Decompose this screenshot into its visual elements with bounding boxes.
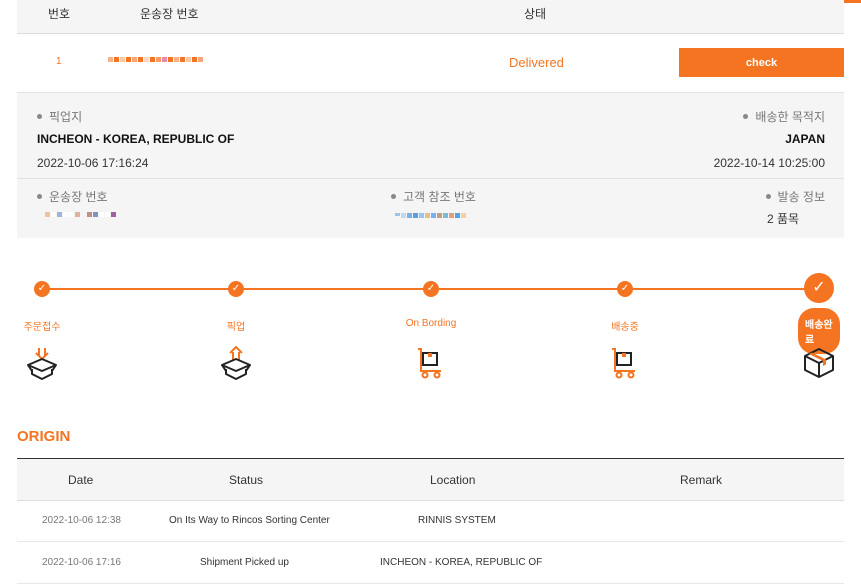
shipping-info-label: 발송 정보 xyxy=(766,188,826,205)
history-row: 2022-10-06 12:38 On Its Way to Rincos So… xyxy=(17,500,844,542)
step-label-order-received: 주문접수 xyxy=(23,322,61,333)
shipment-status: Delivered xyxy=(509,55,564,70)
history-date: 2022-10-06 17:16 xyxy=(42,557,121,568)
step-label-in-transit: 배송중 xyxy=(611,322,639,333)
col-location: Location xyxy=(430,473,476,487)
history-location: RINNIS SYSTEM xyxy=(418,515,496,526)
shipment-details-panel: 픽업지 INCHEON - KOREA, REPUBLIC OF 2022-10… xyxy=(17,93,844,238)
shipment-row: 1 Delivered check xyxy=(17,34,844,93)
destination-label: 배송한 목적지 xyxy=(743,108,825,125)
shipping-info-value: 2 품목 xyxy=(767,212,800,226)
cart-box-icon xyxy=(418,348,441,379)
history-location: INCHEON - KOREA, REPUBLIC OF xyxy=(380,557,543,568)
col-remark: Remark xyxy=(680,473,723,487)
pickup-datetime: 2022-10-06 17:16:24 xyxy=(37,156,149,170)
step-1-check-icon: ✓ xyxy=(34,281,50,297)
col-status: 상태 xyxy=(524,7,547,21)
origin-title: ORIGIN xyxy=(17,428,71,445)
tracking-number-label: 운송장 번호 xyxy=(37,188,108,205)
step-label-on-boarding: On Bording xyxy=(405,318,457,329)
cart-box-icon xyxy=(612,348,635,379)
col-status: Status xyxy=(229,473,264,487)
destination-datetime: 2022-10-14 10:25:00 xyxy=(713,156,825,170)
step-4-check-icon: ✓ xyxy=(617,281,633,297)
col-tracking-no: 운송장 번호 xyxy=(140,7,199,21)
step-5-check-icon: ✓ xyxy=(804,273,834,303)
pickup-label: 픽업지 xyxy=(37,108,82,125)
history-row: 2022-10-06 17:16 Shipment Picked up INCH… xyxy=(17,542,844,584)
history-status: Shipment Picked up xyxy=(200,557,289,568)
redacted-customer-ref xyxy=(395,213,466,218)
redacted-tracking-number xyxy=(108,57,203,62)
history-date: 2022-10-06 12:38 xyxy=(42,515,121,526)
history-status: On Its Way to Rincos Sorting Center xyxy=(169,515,330,526)
col-no: 번호 xyxy=(48,7,71,21)
destination-location: JAPAN xyxy=(785,132,825,146)
details-divider xyxy=(17,178,844,179)
package-icon xyxy=(804,348,834,378)
step-2-check-icon: ✓ xyxy=(228,281,244,297)
customer-ref-label: 고객 참조 번호 xyxy=(391,188,476,205)
row-number: 1 xyxy=(56,56,62,67)
history-table-header: Date Status Location Remark xyxy=(17,458,844,501)
col-date: Date xyxy=(68,473,94,487)
shipment-table-header: 번호 운송장 번호 상태 xyxy=(17,0,844,34)
step-label-pickup: 픽업 xyxy=(226,322,246,333)
check-button[interactable]: check xyxy=(679,48,844,77)
box-out-icon xyxy=(221,346,251,380)
step-3-check-icon: ✓ xyxy=(423,281,439,297)
redacted-tracking-value xyxy=(45,212,116,217)
pickup-location: INCHEON - KOREA, REPUBLIC OF xyxy=(37,132,235,146)
box-in-icon xyxy=(27,348,57,380)
